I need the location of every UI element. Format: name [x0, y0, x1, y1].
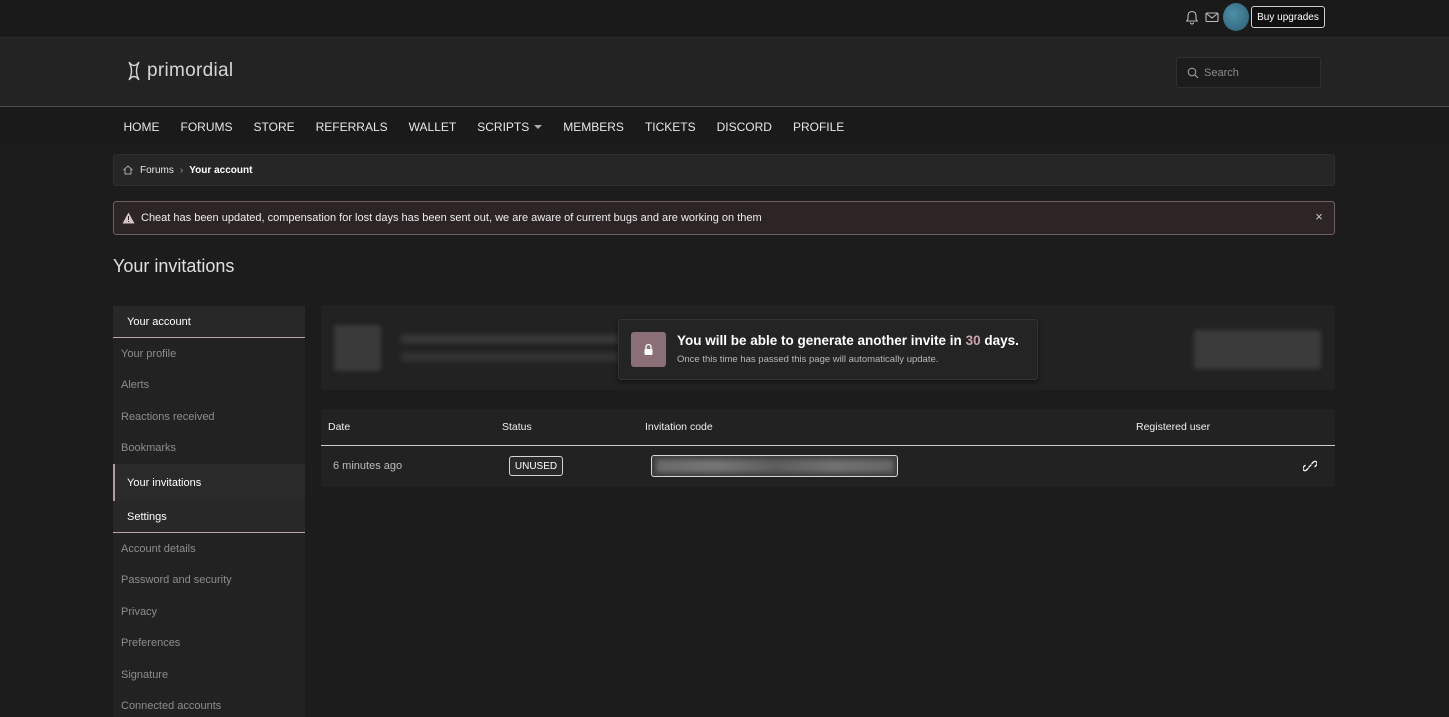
nav-scripts[interactable]: SCRIPTS: [467, 120, 553, 134]
sidebar-item-privacy[interactable]: Privacy: [113, 596, 305, 628]
invitations-table: Date Status Invitation code Registered u…: [321, 409, 1335, 487]
sidebar-item-account-details[interactable]: Account details: [113, 533, 305, 565]
col-date: Date: [328, 421, 351, 433]
cooldown-prefix: You will be able to generate another inv…: [677, 333, 966, 348]
col-status: Status: [502, 421, 532, 433]
nav-home[interactable]: HOME: [113, 120, 170, 134]
top-bar: Buy upgrades: [0, 0, 1449, 38]
nav-discord[interactable]: DISCORD: [706, 120, 782, 134]
main-nav: HOME FORUMS STORE REFERRALS WALLET SCRIP…: [0, 108, 1449, 145]
nav-store[interactable]: STORE: [243, 120, 305, 134]
sidebar-item-alerts[interactable]: Alerts: [113, 370, 305, 402]
invite-text-blurred: [401, 335, 621, 343]
nav-scripts-label: SCRIPTS: [477, 119, 530, 134]
row-date: 6 minutes ago: [333, 460, 403, 472]
table-row: 6 minutes ago UNUSED: [321, 446, 1335, 487]
sidebar-header-settings[interactable]: Settings: [113, 501, 305, 533]
search-input[interactable]: [1204, 66, 1304, 79]
code-redacted: [656, 459, 894, 473]
sidebar-item-invitations[interactable]: Your invitations: [113, 464, 305, 501]
buy-upgrades-button[interactable]: Buy upgrades: [1251, 6, 1325, 28]
cooldown-subtext: Once this time has passed this page will…: [677, 354, 939, 365]
nav-wallet[interactable]: WALLET: [398, 120, 467, 134]
sidebar-item-bookmarks[interactable]: Bookmarks: [113, 433, 305, 465]
invite-cooldown-popup: You will be able to generate another inv…: [618, 319, 1038, 380]
mail-icon[interactable]: [1205, 10, 1219, 24]
col-registered-user: Registered user: [1136, 421, 1211, 433]
status-badge: UNUSED: [509, 456, 563, 476]
nav-profile[interactable]: PROFILE: [782, 120, 854, 134]
cooldown-message: You will be able to generate another inv…: [677, 333, 1019, 348]
search-icon: [1187, 67, 1199, 78]
account-sidebar: Your account Your profile Alerts Reactio…: [113, 306, 305, 717]
avatar[interactable]: [1223, 3, 1249, 31]
link-icon[interactable]: [1303, 459, 1317, 473]
col-invitation-code: Invitation code: [645, 421, 713, 433]
breadcrumb-current[interactable]: Your account: [189, 165, 252, 176]
sidebar-item-preferences[interactable]: Preferences: [113, 628, 305, 660]
notice-banner: Cheat has been updated, compensation for…: [113, 201, 1335, 235]
site-logo[interactable]: primordial: [127, 60, 233, 82]
bell-icon[interactable]: [1185, 10, 1199, 26]
breadcrumb-forums[interactable]: Forums: [140, 165, 174, 176]
warning-icon: [122, 212, 135, 224]
page-title: Your invitations: [113, 256, 235, 276]
breadcrumb-separator: ›: [179, 164, 184, 176]
sidebar-item-connected-accounts[interactable]: Connected accounts: [113, 691, 305, 717]
invite-icon-blurred: [334, 325, 381, 371]
nav-referrals[interactable]: REFERRALS: [305, 120, 398, 134]
create-invite-button[interactable]: [1194, 330, 1321, 369]
logo-icon: [128, 61, 140, 81]
sidebar-item-signature[interactable]: Signature: [113, 659, 305, 691]
site-header: primordial: [0, 38, 1449, 107]
sidebar-item-profile[interactable]: Your profile: [113, 338, 305, 370]
nav-members[interactable]: MEMBERS: [553, 120, 635, 134]
invite-subtext-blurred: [401, 353, 621, 361]
nav-tickets[interactable]: TICKETS: [634, 120, 706, 134]
close-icon[interactable]: ×: [1312, 210, 1326, 224]
home-icon[interactable]: [122, 164, 134, 176]
invitation-code-field[interactable]: [651, 455, 898, 477]
table-header: Date Status Invitation code Registered u…: [321, 409, 1335, 446]
lock-badge: [631, 332, 666, 367]
sidebar-header-account[interactable]: Your account: [113, 306, 305, 338]
chevron-down-icon: [534, 124, 543, 129]
cooldown-days: 30: [965, 333, 981, 348]
notice-text: Cheat has been updated, compensation for…: [141, 212, 762, 224]
search-box[interactable]: [1176, 57, 1321, 88]
cooldown-suffix: days.: [980, 333, 1019, 348]
lock-icon: [644, 343, 653, 355]
nav-forums[interactable]: FORUMS: [170, 120, 243, 134]
breadcrumb: Forums › Your account: [113, 154, 1335, 186]
sidebar-item-password-security[interactable]: Password and security: [113, 565, 305, 597]
logo-text: primordial: [147, 60, 234, 81]
sidebar-item-reactions[interactable]: Reactions received: [113, 401, 305, 433]
